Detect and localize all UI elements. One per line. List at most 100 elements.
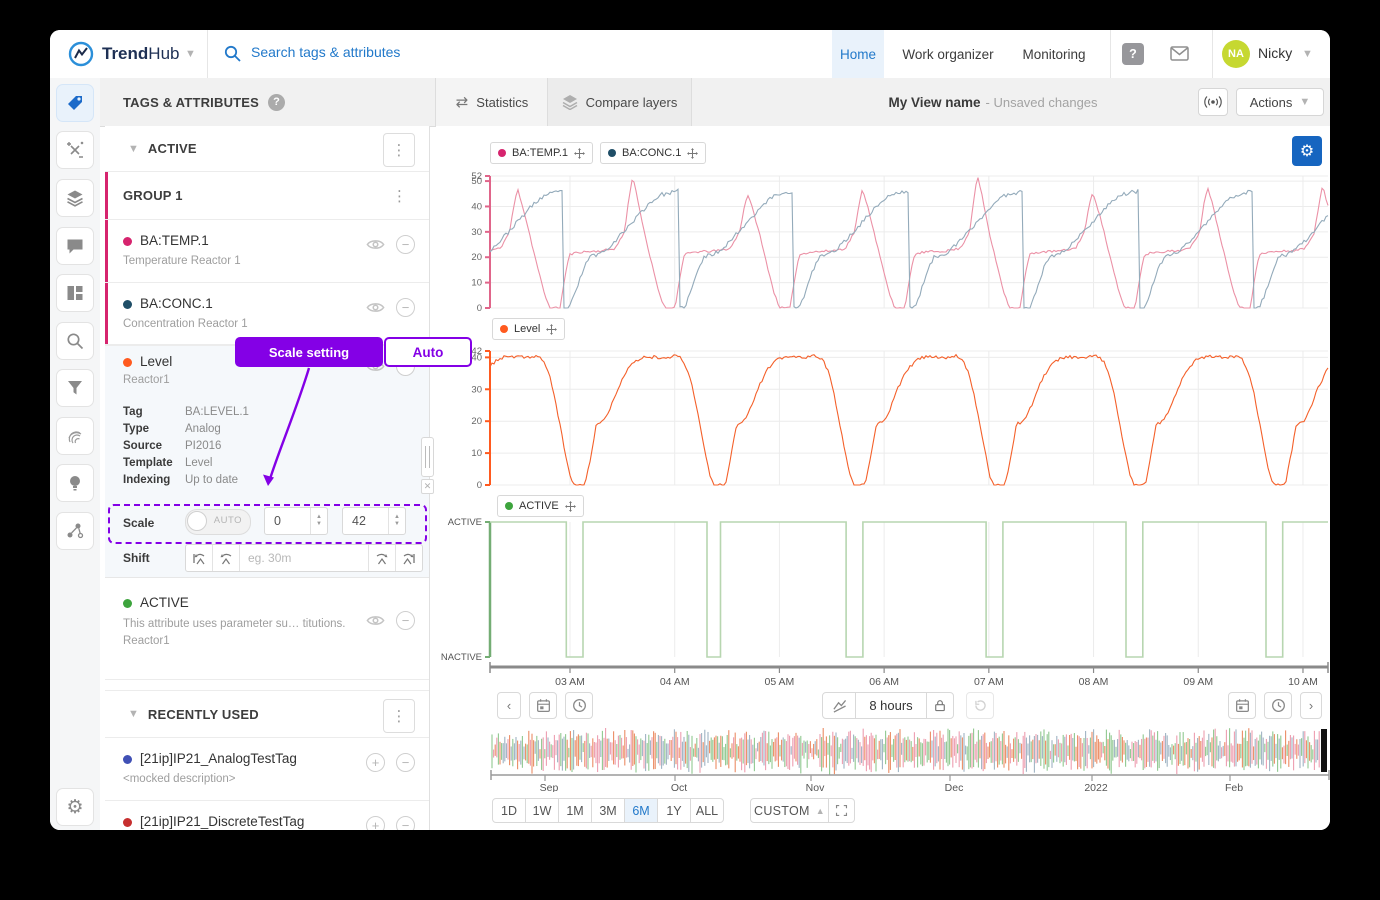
range-button-1y[interactable]: 1Y (657, 798, 691, 823)
section-menu-button[interactable]: ⋮ (383, 133, 415, 167)
rail-search-button[interactable] (56, 322, 94, 360)
avatar[interactable]: NA (1222, 40, 1250, 68)
panel-resize-handle[interactable] (421, 437, 434, 477)
tag-row-expanded[interactable]: Level Reactor1 − TagBA:LEVEL.1 TypeAnalo… (105, 345, 429, 578)
rail-settings-button[interactable]: ⚙ (56, 788, 94, 826)
start-calendar-button[interactable] (529, 692, 557, 719)
attribute-row[interactable]: ACTIVE This attribute uses parameter su…… (105, 578, 429, 680)
pan-right-button[interactable]: › (1300, 692, 1322, 719)
lock-duration-button[interactable] (926, 692, 954, 719)
rail-ideas-button[interactable] (56, 464, 94, 502)
formula-icon (67, 141, 84, 158)
shift-far-left-button[interactable] (186, 545, 213, 571)
legend-chip[interactable]: Level (492, 318, 566, 340)
brand-chevron-down-icon[interactable]: ▼ (185, 48, 196, 60)
shift-right-button[interactable] (369, 545, 395, 571)
shift-duration-input[interactable] (239, 545, 369, 571)
legend-chip[interactable]: ACTIVE (497, 495, 584, 517)
shift-far-right-button[interactable] (395, 545, 422, 571)
move-icon[interactable] (574, 147, 586, 159)
move-icon[interactable] (687, 147, 699, 159)
rail-comments-button[interactable] (56, 227, 94, 265)
section-menu-button[interactable]: ⋮ (383, 699, 415, 733)
revert-time-button[interactable] (966, 692, 994, 719)
range-button-6m[interactable]: 6M (624, 798, 658, 823)
section-recently-used[interactable]: ▼ RECENTLY USED ⋮ (105, 690, 429, 738)
pan-left-button[interactable]: ‹ (497, 692, 521, 719)
end-time-button[interactable] (1264, 692, 1292, 719)
remove-icon[interactable]: − (396, 816, 415, 830)
help-icon[interactable]: ? (1122, 43, 1144, 65)
move-icon[interactable] (546, 323, 558, 335)
panel-collapse-button[interactable]: ✕ (421, 479, 434, 494)
svg-text:20: 20 (471, 252, 482, 263)
nav-home[interactable]: Home (832, 30, 884, 78)
tag-row[interactable]: BA:CONC.1 Concentration Reactor 1 − (105, 283, 429, 345)
range-button-1d[interactable]: 1D (492, 798, 526, 823)
trend-chart-analog[interactable]: 0102030405052 (440, 163, 1330, 315)
start-time-button[interactable] (565, 692, 593, 719)
legend-chip[interactable]: BA:TEMP.1 (490, 142, 594, 164)
group-header[interactable]: GROUP 1 ⋮ (105, 172, 429, 220)
chart-settings-button[interactable]: ⚙ (1292, 136, 1322, 166)
scale-max-value[interactable] (343, 508, 388, 534)
search-input[interactable] (249, 43, 533, 61)
move-icon[interactable] (564, 500, 576, 512)
trend-compare-button[interactable] (822, 692, 856, 719)
rail-layers-button[interactable] (56, 179, 94, 217)
add-icon[interactable]: + (366, 816, 385, 830)
tab-compare-layers[interactable]: Compare layers (547, 78, 692, 126)
mail-icon[interactable] (1170, 46, 1189, 61)
remove-icon[interactable]: − (396, 753, 415, 772)
end-calendar-button[interactable] (1228, 692, 1256, 719)
live-broadcast-button[interactable] (1198, 88, 1228, 116)
scale-min-input[interactable]: ▲▼ (264, 507, 328, 535)
shift-left-button[interactable] (213, 545, 239, 571)
group-menu-icon[interactable]: ⋮ (392, 187, 407, 205)
eye-icon[interactable] (366, 301, 385, 314)
timeline-overview[interactable]: Sep Oct Nov Dec 2022 Feb (490, 728, 1330, 792)
trend-chart-digital[interactable]: ACTIVEINACTIVE (440, 514, 1330, 666)
svg-text:ACTIVE: ACTIVE (448, 517, 482, 528)
eye-icon[interactable] (366, 614, 385, 627)
user-name[interactable]: Nicky (1258, 45, 1292, 61)
fit-range-button[interactable] (828, 798, 855, 823)
chevron-down-icon[interactable]: ▼ (128, 143, 139, 155)
stepper-arrows[interactable]: ▲ ▼ (388, 508, 405, 534)
user-chevron-down-icon[interactable]: ▼ (1302, 48, 1313, 60)
chevron-down-icon[interactable]: ▼ (128, 708, 139, 720)
tab-statistics[interactable]: ⇄ Statistics (435, 78, 549, 126)
duration-label-button[interactable]: 8 hours (855, 692, 927, 719)
scale-min-value[interactable] (265, 508, 310, 534)
tag-row[interactable]: BA:TEMP.1 Temperature Reactor 1 − (105, 220, 429, 283)
range-button-all[interactable]: ALL (690, 798, 724, 823)
remove-icon[interactable]: − (396, 235, 415, 254)
tag-row[interactable]: [21ip]IP21_DiscreteTestTag + − (105, 801, 429, 830)
rail-calculations-button[interactable] (56, 131, 94, 169)
tag-row[interactable]: [21ip]IP21_AnalogTestTag <mocked descrip… (105, 738, 429, 801)
remove-icon[interactable]: − (396, 611, 415, 630)
stepper-arrows[interactable]: ▲ ▼ (310, 508, 327, 534)
rail-tags-button[interactable] (56, 84, 94, 122)
range-button-1w[interactable]: 1W (525, 798, 559, 823)
actions-button[interactable]: Actions ▼ (1236, 88, 1324, 116)
eye-icon[interactable] (366, 238, 385, 251)
legend-chip[interactable]: BA:CONC.1 (600, 142, 707, 164)
rail-connections-button[interactable] (56, 512, 94, 550)
nav-work-organizer[interactable]: Work organizer (896, 30, 1000, 78)
calendar-icon (1235, 699, 1249, 712)
range-button-3m[interactable]: 3M (591, 798, 625, 823)
panel-help-icon[interactable]: ? (268, 93, 286, 111)
remove-icon[interactable]: − (396, 298, 415, 317)
range-button-1m[interactable]: 1M (558, 798, 592, 823)
rail-fingerprint-button[interactable] (56, 417, 94, 455)
nav-monitoring[interactable]: Monitoring (1014, 30, 1094, 78)
add-icon[interactable]: + (366, 753, 385, 772)
trend-chart-level[interactable]: 01020304042 (440, 343, 1330, 493)
scale-auto-toggle[interactable]: AUTO (185, 509, 251, 535)
rail-filter-button[interactable] (56, 369, 94, 407)
custom-range-button[interactable]: CUSTOM ▲ (750, 798, 829, 823)
section-active[interactable]: ▼ ACTIVE ⋮ (105, 126, 429, 172)
scale-max-input[interactable]: ▲▼ (342, 507, 406, 535)
rail-dashboard-button[interactable] (56, 274, 94, 312)
